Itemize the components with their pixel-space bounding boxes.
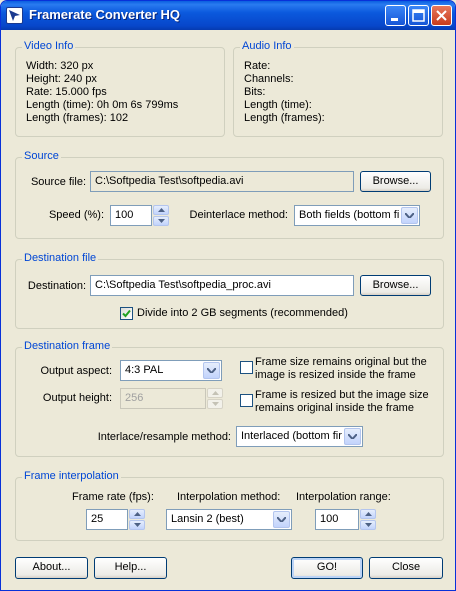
interpolation-range-label: Interpolation range: [296, 491, 391, 503]
deinterlace-value: Both fields (bottom fir [299, 209, 399, 221]
video-info-group: Video Info Width: 320 px Height: 240 px … [15, 40, 225, 137]
video-length-frames: Length (frames): 102 [26, 112, 129, 124]
source-group: Source Source file: C:\Softpedia Test\so… [15, 150, 444, 239]
frame-size-original-checkbox[interactable] [240, 361, 253, 374]
frame-rate-input[interactable]: 25 [86, 509, 128, 530]
source-file-label: Source file: [30, 176, 86, 188]
frame-size-original-line1: Frame size remains original but the [255, 356, 427, 368]
destination-file-group: Destination file Destination: C:\Softped… [15, 252, 444, 329]
output-aspect-label: Output aspect: [40, 365, 112, 377]
deinterlace-select[interactable]: Both fields (bottom fir [294, 205, 420, 226]
close-window-button[interactable] [431, 5, 452, 26]
audio-rate: Rate: [244, 60, 271, 72]
output-aspect-select[interactable]: 4:3 PAL [120, 360, 222, 381]
about-button[interactable]: About... [15, 557, 88, 579]
destination-label: Destination: [27, 280, 86, 292]
chevron-down-icon[interactable] [203, 362, 220, 379]
spin-up-arrow-icon[interactable] [153, 205, 169, 215]
app-icon [6, 7, 23, 24]
speed-spinner[interactable] [153, 205, 169, 226]
interlace-value: Interlaced (bottom fir [241, 430, 342, 442]
interlace-label: Interlace/resample method: [97, 431, 231, 443]
divide-checkbox[interactable] [120, 307, 133, 320]
frame-resized-line2: remains original inside the frame [255, 402, 414, 414]
close-icon [436, 10, 447, 21]
output-height-label: Output height: [42, 392, 112, 404]
frame-interpolation-group: Frame interpolation Frame rate (fps): 25… [15, 470, 444, 541]
chevron-down-icon[interactable] [344, 428, 361, 445]
audio-length-time: Length (time): [244, 99, 312, 111]
video-rate: Rate: 15.000 fps [26, 86, 107, 98]
source-file-field[interactable]: C:\Softpedia Test\softpedia.avi [90, 171, 354, 192]
title-bar[interactable]: Framerate Converter HQ [1, 1, 455, 30]
chevron-down-icon[interactable] [401, 207, 418, 224]
app-window: Framerate Converter HQ Video Info Width:… [0, 0, 456, 591]
spin-up-arrow-icon[interactable] [360, 509, 376, 519]
spin-up-arrow-icon[interactable] [129, 509, 145, 519]
divide-label[interactable]: Divide into 2 GB segments (recommended) [137, 307, 348, 320]
interpolation-method-select[interactable]: Lansin 2 (best) [166, 509, 292, 530]
spin-down-arrow-icon [207, 399, 223, 409]
window-title: Framerate Converter HQ [29, 7, 180, 22]
go-button[interactable]: GO! [291, 557, 363, 579]
frame-resized-label[interactable]: Frame is resized but the image size rema… [255, 389, 429, 415]
interpolation-range-spinner[interactable] [360, 509, 376, 530]
destination-browse-button[interactable]: Browse... [360, 275, 431, 296]
interpolation-method-label: Interpolation method: [177, 491, 281, 503]
interpolation-range-input[interactable]: 100 [315, 509, 359, 530]
checkmark-icon [122, 309, 131, 318]
minimize-icon [391, 18, 398, 21]
spin-down-arrow-icon[interactable] [360, 520, 376, 530]
frame-rate-label: Frame rate (fps): [72, 491, 154, 503]
speed-input[interactable]: 100 [110, 205, 152, 226]
audio-length-frames: Length (frames): [244, 112, 325, 124]
spin-down-arrow-icon[interactable] [153, 216, 169, 226]
frame-size-original-label[interactable]: Frame size remains original but the imag… [255, 356, 427, 382]
audio-channels: Channels: [244, 73, 294, 85]
maximize-icon [412, 9, 425, 22]
source-title: Source [22, 150, 61, 162]
minimize-button[interactable] [385, 5, 406, 26]
destination-frame-group: Destination frame Output aspect: 4:3 PAL… [15, 340, 444, 457]
frame-rate-spinner[interactable] [129, 509, 145, 530]
destination-file-title: Destination file [22, 252, 99, 264]
interpolation-method-value: Lansin 2 (best) [171, 513, 244, 525]
output-height-spinner [207, 388, 223, 409]
video-info-title: Video Info [22, 40, 76, 52]
chevron-down-icon[interactable] [273, 511, 290, 528]
video-length-time: Length (time): 0h 0m 6s 799ms [26, 99, 179, 111]
source-browse-button[interactable]: Browse... [360, 171, 431, 192]
spin-up-arrow-icon [207, 388, 223, 398]
frame-interpolation-title: Frame interpolation [22, 470, 121, 482]
frame-size-original-line2: image is resized inside the frame [255, 369, 416, 381]
maximize-button[interactable] [408, 5, 429, 26]
frame-resized-line1: Frame is resized but the image size [255, 389, 429, 401]
spin-down-arrow-icon[interactable] [129, 520, 145, 530]
audio-bits: Bits: [244, 86, 266, 98]
video-width: Width: 320 px [26, 60, 94, 72]
output-aspect-value: 4:3 PAL [125, 364, 164, 376]
deinterlace-label: Deinterlace method: [189, 209, 288, 221]
output-height-input: 256 [120, 388, 206, 409]
close-button[interactable]: Close [369, 557, 443, 579]
speed-label: Speed (%): [48, 209, 104, 221]
video-height: Height: 240 px [26, 73, 97, 85]
audio-info-group: Audio Info Rate: Channels: Bits: Length … [233, 40, 443, 137]
destination-field[interactable]: C:\Softpedia Test\softpedia_proc.avi [90, 275, 354, 296]
audio-info-title: Audio Info [240, 40, 294, 52]
interlace-select[interactable]: Interlaced (bottom fir [236, 426, 363, 447]
destination-frame-title: Destination frame [22, 340, 113, 352]
help-button[interactable]: Help... [94, 557, 167, 579]
frame-resized-checkbox[interactable] [240, 394, 253, 407]
